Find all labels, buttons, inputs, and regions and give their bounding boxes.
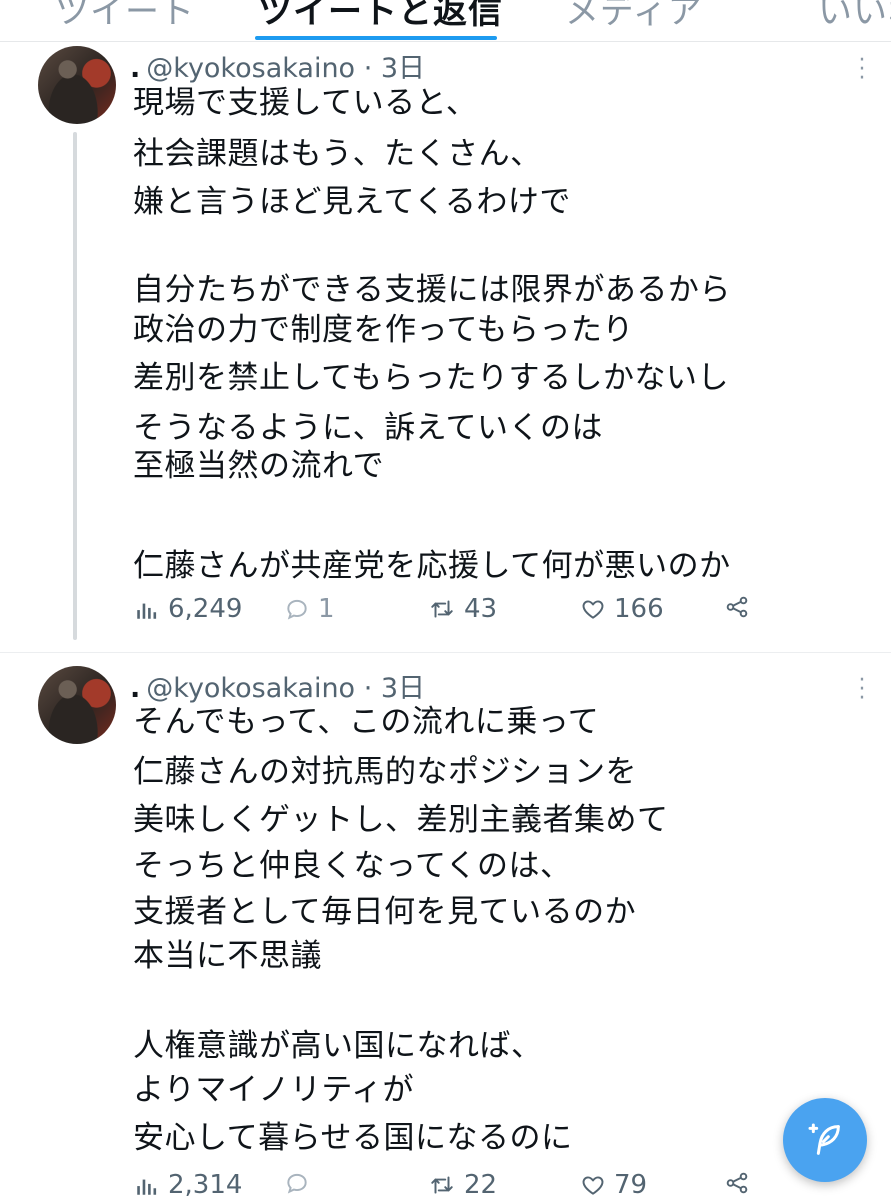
tweet-actions: 6,249 1 43 166 [0, 594, 891, 634]
tweet-divider [0, 652, 891, 653]
share-button[interactable] [724, 594, 750, 620]
vertical-dots-icon: · · · [858, 48, 866, 91]
profile-tabs: ツイート ツイートと返信 メディア いいね [0, 0, 891, 42]
retweet-count: 22 [464, 1170, 498, 1200]
tab-likes[interactable]: いいね [818, 0, 891, 33]
more-options-button[interactable]: · · · [852, 50, 872, 90]
feather-plus-icon [808, 1123, 840, 1155]
share-button[interactable] [724, 1170, 750, 1196]
views-value: 2,314 [168, 1170, 243, 1200]
tweet-actions: 2,314 22 79 [0, 1170, 891, 1200]
active-tab-indicator [255, 36, 497, 40]
tweet-text-line: 差別を禁止してもらったりするしかないし [133, 360, 730, 396]
bar-chart-icon [137, 603, 157, 619]
reply-button[interactable]: 1 [284, 594, 335, 624]
reply-count: 1 [318, 594, 335, 624]
like-count: 166 [614, 594, 664, 624]
more-options-button[interactable]: · · · [852, 670, 872, 710]
like-count: 79 [614, 1170, 648, 1200]
reply-button[interactable] [284, 1170, 318, 1196]
views-count[interactable]: 6,249 [134, 594, 242, 624]
tweet-text-line: そっちと仲良くなってくのは、 [133, 848, 572, 884]
share-icon [726, 596, 748, 618]
speech-bubble-icon [287, 599, 307, 620]
vertical-dots-icon: · · · [858, 668, 866, 711]
views-value: 6,249 [168, 594, 243, 624]
tweet-text-line: 安心して暮らせる国になるのに [133, 1120, 573, 1156]
avatar[interactable] [38, 666, 116, 744]
tweet-text-line: 本当に不思議 [133, 938, 322, 974]
share-icon [726, 1172, 748, 1194]
tweet-text-line: 美味しくゲットし、差別主義者集めて [133, 802, 669, 838]
tab-tweets-and-replies[interactable]: ツイートと返信 [258, 0, 503, 33]
tweet-text-line: 嫌と言うほど見えてくるわけで [133, 184, 571, 220]
tweet-text-line: 現場で支援していると、 [133, 85, 478, 121]
retweet-button[interactable]: 22 [428, 1170, 497, 1200]
tweet-text-line: 至極当然の流れで [133, 448, 385, 484]
heart-icon [582, 1176, 604, 1195]
like-button[interactable]: 79 [580, 1170, 647, 1200]
compose-tweet-button[interactable] [783, 1098, 867, 1182]
heart-icon [582, 600, 604, 619]
bar-chart-icon [137, 1179, 157, 1195]
twitter-profile-timeline: ツイート ツイートと返信 メディア いいね .@kyokosakaino · 3… [0, 0, 891, 1200]
tweet-text-line: そんでもって、この流れに乗って [133, 704, 600, 740]
thread-connector-line [73, 132, 77, 640]
tab-tweets[interactable]: ツイート [55, 0, 195, 33]
tweet-text-line: 政治の力で制度を作ってもらったり [133, 312, 634, 348]
retweet-icon [431, 600, 453, 618]
avatar[interactable] [38, 46, 116, 124]
retweet-button[interactable]: 43 [428, 594, 497, 624]
tweet-text-line: 仁藤さんが共産党を応援して何が悪いのか [133, 548, 731, 584]
tweet-text-line: よりマイノリティが [133, 1072, 415, 1108]
retweet-icon [431, 1176, 453, 1194]
speech-bubble-icon [287, 1173, 307, 1194]
views-count[interactable]: 2,314 [134, 1170, 242, 1200]
like-button[interactable]: 166 [580, 594, 664, 624]
tweet-text-line: 社会課題はもう、たくさん、 [133, 136, 542, 172]
tab-media[interactable]: メディア [565, 0, 703, 33]
tweet-text-line: 仁藤さんの対抗馬的なポジションを [133, 754, 637, 790]
retweet-count: 43 [464, 594, 498, 624]
